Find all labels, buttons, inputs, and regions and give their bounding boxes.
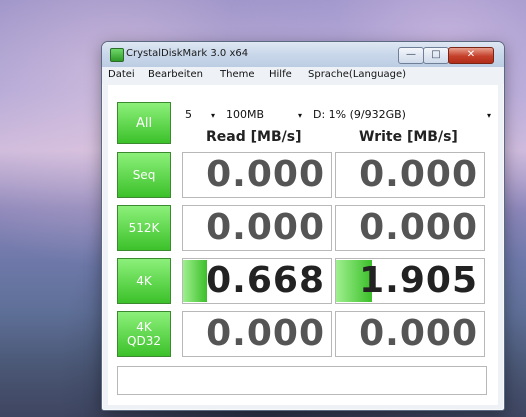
- close-button[interactable]: ✕: [448, 47, 494, 64]
- drive-select[interactable]: D: 1% (9/932GB) ▾: [308, 106, 494, 126]
- 4k-write-result: 1.905: [335, 258, 485, 304]
- seq-write-result: 0.000: [335, 152, 485, 198]
- drive-value: D: 1% (9/932GB): [313, 108, 406, 121]
- 4k-qd32-write-value: 0.000: [359, 313, 478, 354]
- 4k-qd32-test-button[interactable]: 4K QD32: [117, 311, 171, 357]
- write-column-header: Write [MB/s]: [359, 129, 458, 145]
- 512k-read-value: 0.000: [206, 207, 325, 248]
- menu-bar: Datei Bearbeiten Theme Hilfe Sprache(Lan…: [102, 67, 504, 84]
- 4k-qd32-write-result: 0.000: [335, 311, 485, 357]
- 4k-read-value: 0.668: [206, 260, 325, 301]
- 4k-qd32-read-value: 0.000: [206, 313, 325, 354]
- 512k-write-value: 0.000: [359, 207, 478, 248]
- 512k-read-result: 0.000: [182, 205, 332, 251]
- 4k-write-value: 1.905: [359, 260, 478, 301]
- maximize-button[interactable]: □: [423, 47, 449, 64]
- read-column-header: Read [MB/s]: [206, 129, 302, 145]
- main-panel: All 5 ▾ 100MB ▾ D: 1% (9/932GB) ▾ Read […: [108, 85, 498, 405]
- 4k-read-bar: [183, 260, 207, 302]
- menu-datei[interactable]: Datei: [108, 69, 135, 80]
- app-icon: [110, 48, 124, 62]
- menu-hilfe[interactable]: Hilfe: [269, 69, 292, 80]
- chevron-down-icon: ▾: [210, 111, 215, 120]
- seq-read-value: 0.000: [206, 154, 325, 195]
- menu-bearbeiten[interactable]: Bearbeiten: [148, 69, 203, 80]
- test-count-value: 5: [185, 108, 192, 121]
- chevron-down-icon: ▾: [297, 111, 302, 120]
- test-size-value: 100MB: [226, 108, 265, 121]
- seq-read-result: 0.000: [182, 152, 332, 198]
- test-count-select[interactable]: 5 ▾: [180, 106, 218, 126]
- 512k-write-result: 0.000: [335, 205, 485, 251]
- menu-theme[interactable]: Theme: [220, 69, 255, 80]
- title-bar[interactable]: CrystalDiskMark 3.0 x64 — □ ✕: [102, 42, 504, 67]
- test-size-select[interactable]: 100MB ▾: [221, 106, 305, 126]
- 4k-read-result: 0.668: [182, 258, 332, 304]
- menu-language[interactable]: Sprache(Language): [308, 69, 406, 80]
- seq-write-value: 0.000: [359, 154, 478, 195]
- app-window: CrystalDiskMark 3.0 x64 — □ ✕ Datei Bear…: [101, 41, 505, 411]
- window-title: CrystalDiskMark 3.0 x64: [126, 48, 249, 59]
- 512k-test-button[interactable]: 512K: [117, 205, 171, 251]
- 4k-test-button[interactable]: 4K: [117, 258, 171, 304]
- comment-box[interactable]: [117, 366, 487, 395]
- seq-test-button[interactable]: Seq: [117, 152, 171, 198]
- chevron-down-icon: ▾: [486, 111, 491, 120]
- 4k-qd32-read-result: 0.000: [182, 311, 332, 357]
- run-all-button[interactable]: All: [117, 102, 171, 144]
- minimize-button[interactable]: —: [398, 47, 424, 64]
